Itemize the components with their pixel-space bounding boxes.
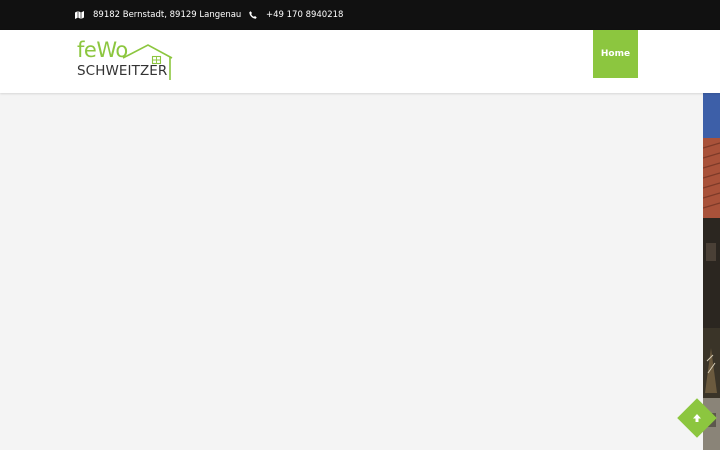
map-icon [75, 11, 84, 19]
phone-item[interactable]: +49 170 8940218 [249, 0, 343, 30]
arrow-up-icon [683, 404, 711, 432]
address-text: 89182 Bernstadt, 89129 Langenau [93, 10, 242, 20]
phone-icon [249, 11, 257, 19]
address-item: 89182 Bernstadt, 89129 Langenau [75, 0, 241, 30]
main-content-area [0, 93, 703, 450]
site-logo[interactable]: feWo SCHWEITZER [77, 38, 177, 83]
logo-line-fewo: feWo [77, 38, 128, 62]
nav-home-button[interactable]: Home [593, 30, 638, 78]
logo-line-schweitzer: SCHWEITZER [77, 63, 168, 79]
top-info-bar: 89182 Bernstadt, 89129 Langenau +49 170 … [0, 0, 720, 30]
site-header: feWo SCHWEITZER Home [0, 30, 720, 93]
house-photo-strip [703, 93, 720, 450]
scroll-to-top-button[interactable] [677, 398, 717, 438]
phone-text[interactable]: +49 170 8940218 [266, 10, 343, 20]
